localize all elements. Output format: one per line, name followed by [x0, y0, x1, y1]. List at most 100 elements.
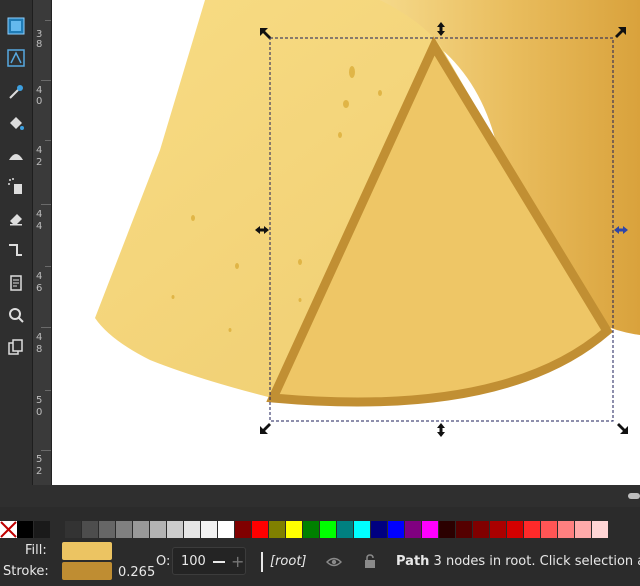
palette-swatch[interactable] — [65, 521, 82, 538]
scale-handle-sw — [260, 423, 271, 434]
palette-swatch[interactable] — [286, 521, 303, 538]
palette-swatch[interactable] — [490, 521, 507, 538]
pages-icon — [10, 275, 22, 291]
scale-handle-s — [437, 423, 445, 437]
current-layer-name[interactable]: [root] — [270, 554, 307, 569]
opacity-label: O: — [156, 554, 171, 569]
ruler-label: 4 — [36, 209, 43, 220]
ruler-label: 8 — [36, 39, 43, 50]
eraser-tool[interactable] — [4, 206, 28, 230]
opacity-spinbox[interactable]: 100 + — [172, 547, 246, 575]
paint-bucket-icon — [10, 117, 24, 130]
palette-swatch[interactable] — [218, 521, 235, 538]
ruler-label: 4 — [36, 271, 43, 282]
palette-swatch[interactable] — [354, 521, 371, 538]
palette-swatch[interactable] — [269, 521, 286, 538]
vertical-ruler[interactable]: 3 8 4 0 4 2 4 4 4 6 4 8 5 0 5 2 — [33, 0, 52, 485]
spray-icon — [8, 178, 22, 194]
zoom-tool[interactable] — [4, 303, 28, 327]
palette-swatch[interactable] — [303, 521, 320, 538]
ruler-label: 8 — [36, 344, 43, 355]
color-palette — [0, 521, 640, 539]
palette-swatch[interactable] — [150, 521, 167, 538]
status-bar: Fill: Stroke: 0.265 O: 100 + [root] Path… — [0, 539, 640, 586]
status-message-text: 3 nodes in root. Click selection a — [429, 554, 640, 569]
tweak-tool[interactable] — [4, 143, 28, 167]
clone-tool[interactable] — [4, 335, 28, 359]
palette-swatch[interactable] — [82, 521, 99, 538]
palette-swatch[interactable] — [473, 521, 490, 538]
ruler-label: 4 — [36, 332, 43, 343]
status-message: Path 3 nodes in root. Click selection a — [396, 554, 640, 569]
palette-swatch[interactable] — [201, 521, 218, 538]
status-message-type: Path — [396, 554, 430, 569]
palette-swatch[interactable] — [592, 521, 609, 538]
inkscape-window: 3 8 4 0 4 2 4 4 4 6 4 8 5 0 5 2 Fill: St… — [0, 0, 640, 586]
palette-swatch[interactable] — [99, 521, 116, 538]
ruler-label: 5 — [36, 395, 43, 406]
palette-swatch[interactable] — [388, 521, 405, 538]
opacity-value[interactable]: 100 — [181, 554, 206, 569]
palette-swatch[interactable] — [34, 521, 51, 538]
layer-color-indicator — [261, 552, 263, 572]
fill-indicator[interactable] — [62, 542, 112, 560]
paint-bucket-tool[interactable] — [4, 111, 28, 135]
palette-swatch[interactable] — [541, 521, 558, 538]
palette-swatch[interactable] — [575, 521, 592, 538]
clone-icon — [8, 339, 23, 355]
palette-swatch[interactable] — [422, 521, 439, 538]
palette-swatch[interactable] — [405, 521, 422, 538]
zoom-icon — [9, 308, 24, 323]
palette-swatch[interactable] — [184, 521, 201, 538]
node-edit-icon — [7, 49, 25, 67]
ruler-label: 5 — [36, 454, 43, 465]
stroke-label: Stroke: — [3, 564, 49, 579]
palette-swatch[interactable] — [167, 521, 184, 538]
stroke-width-value[interactable]: 0.265 — [118, 565, 155, 580]
palette-swatch[interactable] — [371, 521, 388, 538]
scrollbar-thumb[interactable] — [628, 493, 640, 499]
eraser-icon — [10, 214, 22, 226]
palette-swatch[interactable] — [133, 521, 150, 538]
palette-swatch[interactable] — [17, 521, 34, 538]
toolbox — [0, 0, 33, 485]
selector-tool[interactable] — [4, 14, 28, 38]
ruler-label: 2 — [36, 157, 43, 168]
palette-swatch[interactable] — [456, 521, 473, 538]
palette-swatch[interactable] — [439, 521, 456, 538]
pages-tool[interactable] — [4, 271, 28, 295]
ruler-label: 4 — [36, 85, 43, 96]
palette-swatch[interactable] — [116, 521, 133, 538]
ruler-corner — [0, 485, 52, 507]
lock-icon[interactable] — [363, 554, 377, 568]
palette-swatch[interactable] — [558, 521, 575, 538]
ruler-label: 2 — [36, 466, 43, 477]
ruler-label: 0 — [36, 96, 43, 107]
eye-icon[interactable] — [326, 556, 342, 568]
palette-swatches — [17, 521, 609, 539]
dropper-icon — [9, 85, 23, 99]
ruler-label: 6 — [36, 283, 43, 294]
horizontal-scrollbar[interactable] — [52, 485, 640, 507]
node-tool[interactable] — [4, 46, 28, 70]
scale-handle-se — [617, 423, 628, 434]
opacity-decrement-button[interactable] — [213, 561, 225, 563]
palette-swatch[interactable] — [524, 521, 541, 538]
no-paint-swatch[interactable] — [0, 521, 17, 538]
ruler-label: 0 — [36, 407, 43, 418]
palette-swatch[interactable] — [252, 521, 269, 538]
palette-swatch[interactable] — [507, 521, 524, 538]
stroke-indicator[interactable] — [62, 562, 112, 580]
palette-swatch[interactable] — [337, 521, 354, 538]
drawing-canvas[interactable] — [52, 0, 640, 485]
dropper-tool[interactable] — [4, 80, 28, 104]
ruler-label: 4 — [36, 145, 43, 156]
palette-swatch[interactable] — [320, 521, 337, 538]
opacity-increment-button[interactable]: + — [231, 554, 244, 570]
tweak-icon — [9, 154, 23, 160]
no-paint-icon — [0, 521, 17, 538]
spray-tool[interactable] — [4, 174, 28, 198]
palette-swatch[interactable] — [235, 521, 252, 538]
connector-tool[interactable] — [4, 238, 28, 262]
ruler-label: 4 — [36, 221, 43, 232]
